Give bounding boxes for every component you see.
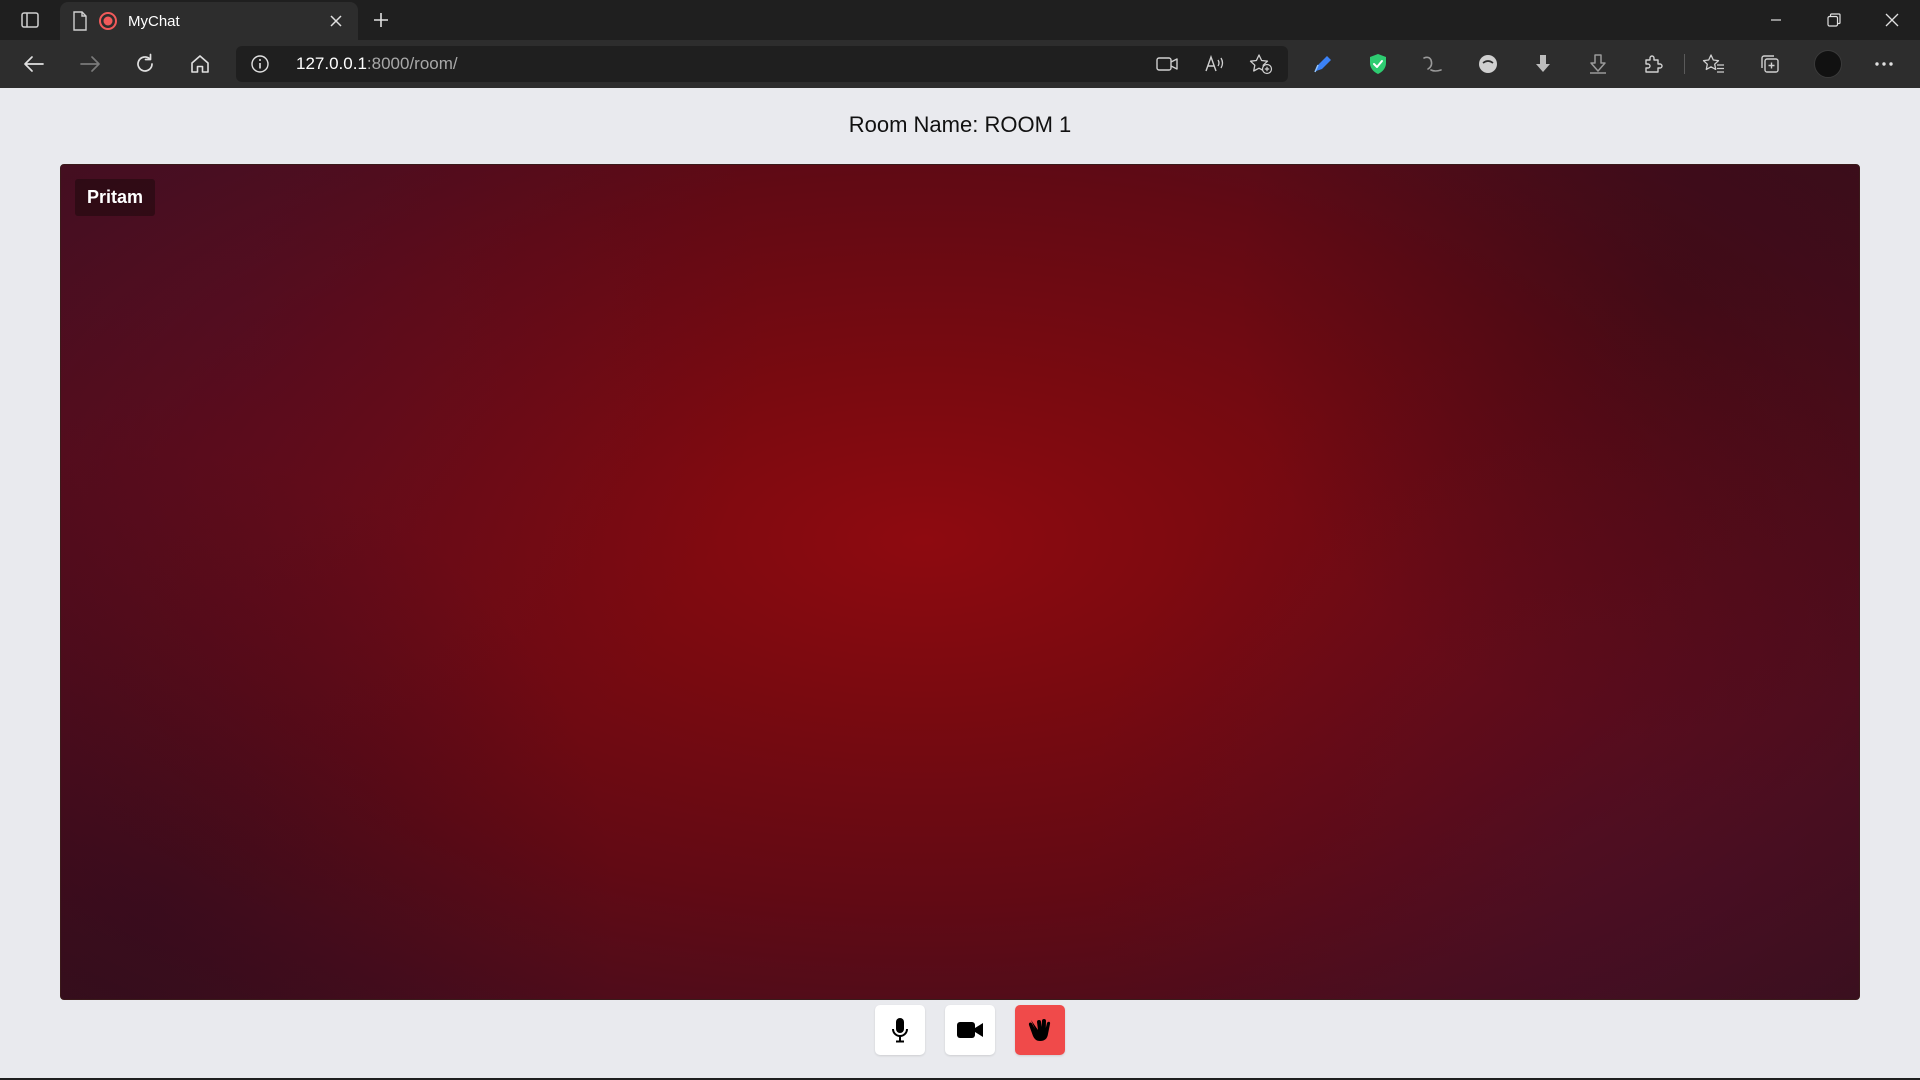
favorites-icon bbox=[1702, 54, 1724, 73]
tab-close-button[interactable] bbox=[326, 11, 346, 31]
back-button[interactable] bbox=[16, 46, 52, 82]
video-feed: Pritam bbox=[60, 164, 1860, 1000]
refresh-button[interactable] bbox=[127, 46, 163, 82]
pen-extension-button[interactable] bbox=[1305, 46, 1341, 82]
shield-icon bbox=[1370, 54, 1386, 74]
url-host: 127.0.0.1 bbox=[296, 54, 367, 73]
home-button[interactable] bbox=[182, 46, 218, 82]
plus-icon bbox=[374, 13, 388, 27]
video-noise-overlay bbox=[61, 165, 1859, 999]
script-extension-button[interactable] bbox=[1415, 46, 1451, 82]
room-title: Room Name: ROOM 1 bbox=[848, 112, 1072, 137]
forward-button[interactable] bbox=[72, 46, 108, 82]
download-arrow-icon bbox=[1536, 55, 1550, 72]
video-camera-icon bbox=[1156, 57, 1178, 71]
tab-title: MyChat bbox=[128, 12, 180, 30]
address-bar[interactable]: 127.0.0.1:8000/room/ bbox=[236, 46, 1288, 82]
minimize-button[interactable] bbox=[1748, 0, 1804, 40]
script-icon bbox=[1423, 56, 1442, 72]
browser-toolbar: 127.0.0.1:8000/room/ bbox=[0, 40, 1920, 88]
camera-toggle-button[interactable] bbox=[945, 1005, 995, 1055]
pen-icon bbox=[1314, 56, 1331, 73]
call-controls bbox=[0, 1000, 1920, 1060]
participant-name-label: Pritam bbox=[75, 179, 156, 216]
chat-extension-button[interactable] bbox=[1470, 46, 1506, 82]
read-aloud-button[interactable] bbox=[1202, 52, 1228, 76]
more-options-icon bbox=[1875, 62, 1893, 66]
collections-icon bbox=[1761, 55, 1779, 73]
leave-call-button[interactable] bbox=[1015, 1005, 1065, 1055]
restore-button[interactable] bbox=[1806, 0, 1862, 40]
page-content: Room Name: ROOM 1 Pritam bbox=[0, 88, 1920, 1080]
site-info-button[interactable] bbox=[250, 54, 270, 74]
read-aloud-icon bbox=[1205, 55, 1224, 72]
collections-button[interactable] bbox=[1752, 46, 1788, 82]
extensions-button[interactable] bbox=[1635, 46, 1671, 82]
restore-icon bbox=[1827, 13, 1841, 27]
toolbar-divider bbox=[1684, 54, 1685, 74]
downloads-button[interactable] bbox=[1580, 46, 1616, 82]
profile-button[interactable] bbox=[1810, 46, 1846, 82]
active-tab[interactable]: MyChat bbox=[60, 2, 358, 40]
page-icon bbox=[73, 11, 87, 31]
arrow-right-icon bbox=[80, 56, 100, 72]
chat-bubble-icon bbox=[1479, 55, 1497, 73]
camera-permission-button[interactable] bbox=[1154, 52, 1180, 76]
close-icon bbox=[330, 15, 342, 27]
hand-icon bbox=[1028, 1019, 1051, 1041]
avatar bbox=[1814, 50, 1842, 78]
url-path: :8000/room/ bbox=[366, 54, 458, 73]
mic-toggle-button[interactable] bbox=[875, 1005, 925, 1055]
settings-menu-button[interactable] bbox=[1866, 46, 1902, 82]
add-favorite-button[interactable] bbox=[1248, 52, 1274, 76]
refresh-icon bbox=[137, 53, 153, 72]
browser-tab-strip: MyChat bbox=[0, 0, 1920, 40]
puzzle-icon bbox=[1645, 55, 1663, 73]
minimize-icon bbox=[1771, 19, 1781, 21]
tab-actions-button[interactable] bbox=[10, 7, 50, 33]
recording-icon bbox=[99, 12, 117, 30]
info-icon bbox=[251, 55, 269, 73]
tab-actions-icon bbox=[21, 12, 39, 28]
close-window-button[interactable] bbox=[1864, 0, 1920, 40]
close-window-icon bbox=[1885, 13, 1899, 27]
microphone-icon bbox=[892, 1018, 908, 1043]
video-camera-icon bbox=[957, 1022, 983, 1038]
shield-extension-button[interactable] bbox=[1360, 46, 1396, 82]
arrow-left-icon bbox=[24, 56, 44, 72]
favorites-button[interactable] bbox=[1696, 46, 1732, 82]
home-icon bbox=[191, 55, 209, 73]
star-add-icon bbox=[1249, 54, 1273, 75]
new-tab-button[interactable] bbox=[367, 7, 395, 33]
download-icon bbox=[1590, 54, 1606, 74]
url-text[interactable]: 127.0.0.1:8000/room/ bbox=[296, 54, 458, 74]
download-extension-button[interactable] bbox=[1525, 46, 1561, 82]
